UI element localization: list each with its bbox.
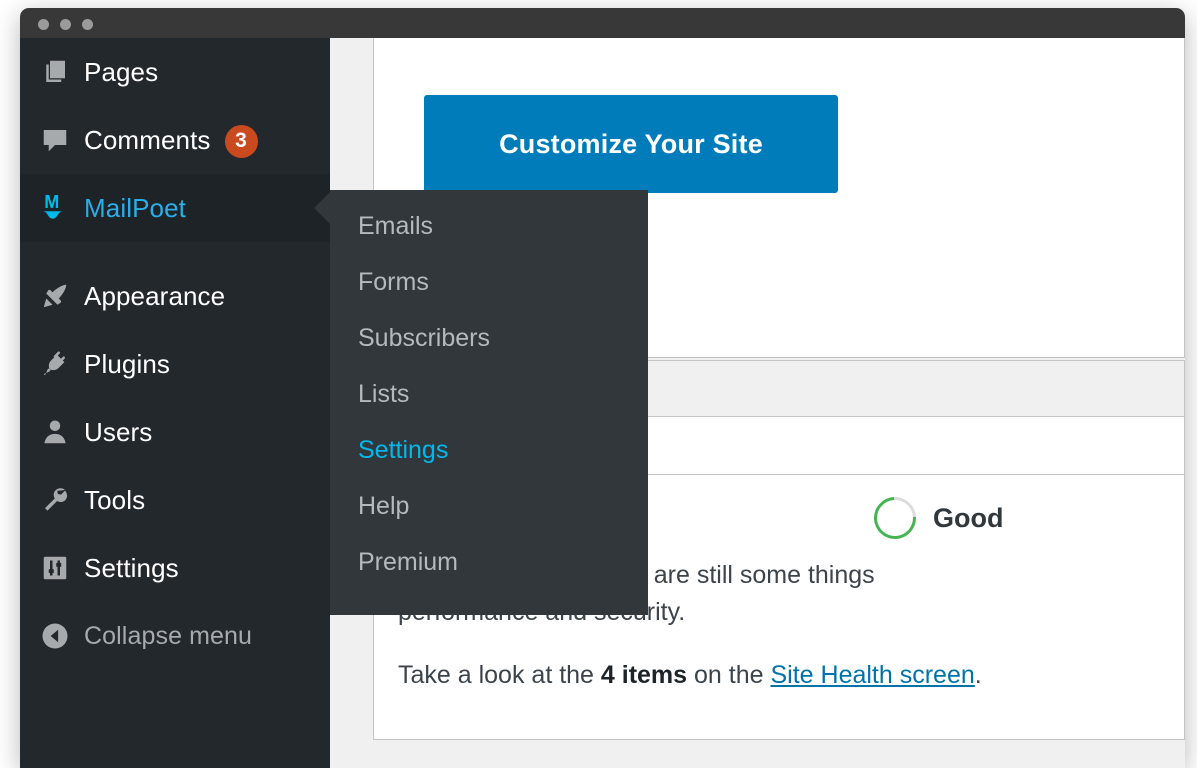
items-count: 4 items (600, 661, 688, 689)
window-titlebar (20, 8, 1185, 38)
sidebar-item-appearance[interactable]: Appearance (20, 262, 330, 330)
site-health-paragraph-2: Take a look at the 4 items on the Site H… (398, 657, 1185, 694)
tools-icon (40, 485, 84, 515)
plugins-icon (40, 349, 84, 379)
status-badge: Good (865, 488, 1004, 548)
sidebar-item-label: Plugins (84, 348, 170, 379)
close-window-button[interactable] (38, 19, 49, 30)
submenu-item-emails[interactable]: Emails (330, 198, 648, 254)
sidebar-item-pages[interactable]: Pages (20, 38, 330, 106)
pages-icon (40, 57, 84, 87)
settings-icon (40, 553, 84, 583)
app-window: Customize Your Site eme completely Good … (20, 8, 1185, 768)
submenu-item-subscribers[interactable]: Subscribers (330, 310, 648, 366)
submenu-item-forms[interactable]: Forms (330, 254, 648, 310)
sidebar-item-plugins[interactable]: Plugins (20, 330, 330, 398)
appearance-icon (40, 281, 84, 311)
sidebar-item-label: Collapse menu (84, 621, 253, 650)
status-ring-icon (865, 488, 925, 548)
sidebar-item-label: Users (84, 416, 153, 447)
comments-icon (40, 125, 84, 155)
sidebar-item-label: Appearance (84, 280, 226, 311)
sidebar-item-mailpoet[interactable]: M MailPoet (20, 174, 331, 242)
sidebar-item-collapse-menu[interactable]: Collapse menu (20, 602, 330, 670)
users-icon (40, 417, 84, 447)
paragraph-2-suffix: . (974, 661, 982, 689)
status-label: Good (933, 502, 1004, 533)
paragraph-2-prefix: Take a look at the (398, 661, 601, 689)
mailpoet-submenu-flyout: Emails Forms Subscribers Lists Settings … (330, 190, 648, 615)
sidebar-item-label: Comments (84, 124, 211, 155)
zoom-window-button[interactable] (82, 19, 93, 30)
sidebar-item-label: Tools (84, 484, 146, 515)
site-health-screen-link[interactable]: Site Health screen (770, 661, 974, 689)
sidebar-item-label: Pages (84, 56, 159, 87)
sidebar-item-users[interactable]: Users (20, 398, 330, 466)
submenu-item-premium[interactable]: Premium (330, 534, 648, 590)
sidebar-item-settings[interactable]: Settings (20, 534, 330, 602)
sidebar-separator (20, 242, 330, 262)
comments-count-badge: 3 (224, 124, 258, 158)
collapse-icon (40, 621, 84, 651)
customize-your-site-button[interactable]: Customize Your Site (424, 95, 838, 193)
svg-text:M: M (44, 192, 59, 212)
submenu-item-help[interactable]: Help (330, 478, 648, 534)
submenu-item-settings[interactable]: Settings (330, 422, 648, 478)
admin-sidebar: Pages Comments 3 M MailPoet Appearance P… (20, 38, 331, 768)
minimize-window-button[interactable] (60, 19, 71, 30)
sidebar-item-label: Settings (84, 552, 179, 583)
mailpoet-icon: M (40, 191, 84, 225)
admin-area: Customize Your Site eme completely Good … (20, 38, 1185, 768)
sidebar-item-tools[interactable]: Tools (20, 466, 330, 534)
submenu-item-lists[interactable]: Lists (330, 366, 648, 422)
paragraph-2-middle: on the (687, 661, 771, 689)
sidebar-item-comments[interactable]: Comments 3 (20, 106, 330, 174)
sidebar-item-label: MailPoet (84, 192, 186, 223)
